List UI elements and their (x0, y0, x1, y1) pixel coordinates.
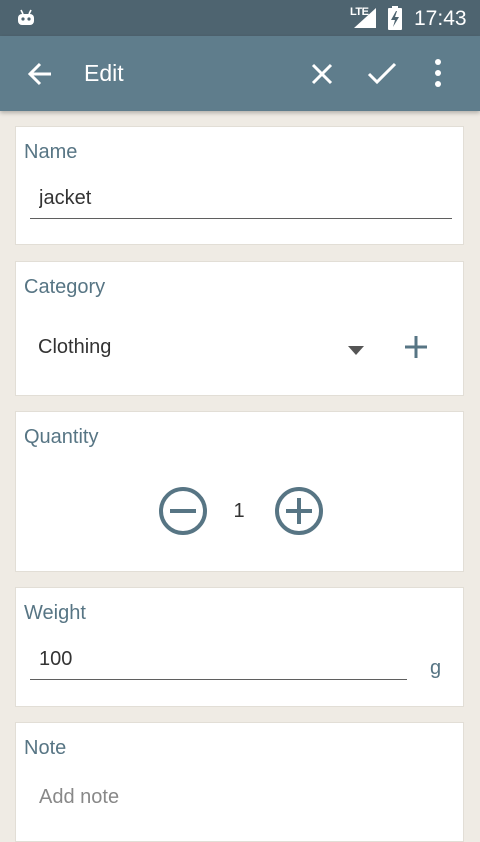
quantity-value: 1 (233, 500, 245, 522)
name-card: Name (15, 126, 464, 245)
note-label: Note (24, 737, 67, 759)
weight-unit: g (430, 657, 442, 679)
decrement-icon[interactable] (158, 486, 208, 541)
page-title: Edit (84, 60, 124, 86)
quantity-card: Quantity 1 (15, 411, 464, 572)
add-category-icon[interactable] (402, 333, 430, 366)
weight-card: Weight g (15, 587, 464, 707)
back-arrow-icon[interactable] (26, 60, 54, 93)
close-icon[interactable] (308, 60, 336, 93)
note-input[interactable] (30, 777, 452, 817)
quantity-label: Quantity (24, 426, 99, 448)
status-time: 17:43 (414, 7, 467, 30)
battery-charging-icon (388, 6, 402, 35)
note-card: Note (15, 722, 464, 842)
android-icon (16, 7, 36, 32)
category-select[interactable]: Clothing (38, 336, 111, 359)
check-icon[interactable] (366, 60, 398, 93)
app-bar: Edit (0, 36, 480, 111)
weight-input[interactable] (30, 640, 407, 680)
category-card: Category Clothing (15, 261, 464, 396)
name-input[interactable] (30, 179, 452, 219)
weight-label: Weight (24, 602, 86, 624)
category-label: Category (24, 276, 106, 298)
increment-icon[interactable] (274, 486, 324, 541)
more-vert-icon[interactable] (428, 58, 448, 93)
name-label: Name (24, 141, 78, 163)
dropdown-arrow-icon[interactable] (348, 343, 364, 361)
status-bar: LTE 17:43 (0, 0, 480, 36)
signal-icon (352, 7, 378, 34)
